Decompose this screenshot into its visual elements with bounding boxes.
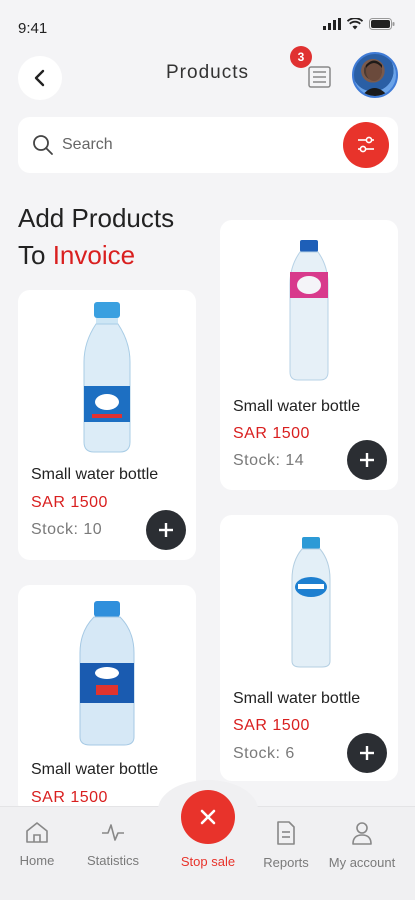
nav-label-home: Home [19, 853, 55, 868]
product-price: SAR 1500 [31, 494, 108, 511]
status-icons [323, 18, 395, 30]
heading-line-1: Add Products [18, 203, 175, 233]
product-name: Small water bottle [31, 761, 159, 778]
heading-prefix: To [18, 240, 46, 270]
report-document-icon [277, 821, 295, 845]
water-bottle-image [289, 240, 329, 381]
nav-item-home[interactable]: Home [16, 820, 58, 868]
user-photo-icon [362, 60, 388, 96]
filter-button[interactable] [343, 122, 389, 168]
plus-icon [360, 453, 374, 467]
nav-item-statistics[interactable]: Statistics [84, 820, 142, 868]
header: Products 3 [0, 46, 415, 102]
nav-item-account[interactable]: My account [324, 820, 400, 870]
water-bottle-image [83, 302, 131, 453]
product-card[interactable]: Small water bottle SAR 1500 [18, 585, 196, 815]
battery-icon [369, 18, 395, 30]
user-icon [352, 822, 372, 845]
water-bottle-image [291, 537, 331, 668]
add-to-invoice-button[interactable] [347, 733, 387, 773]
product-name: Small water bottle [233, 690, 361, 707]
sliders-icon [358, 136, 374, 153]
product-name: Small water bottle [233, 398, 361, 415]
product-stock: Stock: 10 [31, 521, 103, 538]
nav-label-statistics: Statistics [86, 853, 139, 868]
heading-accent: Invoice [52, 240, 136, 270]
status-time: 9:41 [18, 20, 48, 37]
nav-label-stop-sale[interactable]: Stop sale [168, 854, 248, 869]
close-icon [200, 809, 216, 825]
product-price: SAR 1500 [233, 425, 310, 442]
nav-label-account: My account [328, 855, 396, 870]
invoice-list-icon [308, 66, 331, 88]
product-stock: Stock: 14 [233, 452, 305, 469]
pulse-chart-icon [102, 824, 124, 841]
product-card[interactable]: Small water bottle SAR 1500 Stock: 6 [220, 515, 398, 781]
search-bar [18, 117, 398, 173]
plus-icon [360, 746, 374, 760]
status-bar: 9:41 [0, 0, 415, 50]
avatar[interactable] [352, 52, 398, 98]
nav-item-reports[interactable]: Reports [260, 820, 312, 870]
product-price: SAR 1500 [233, 717, 310, 734]
wifi-icon [347, 18, 363, 30]
invoice-button[interactable] [302, 62, 336, 92]
cellular-signal-icon [323, 18, 341, 30]
search-icon [33, 135, 53, 155]
product-price: SAR 1500 [31, 789, 108, 806]
heading-line-2: To Invoice [18, 237, 174, 274]
product-card[interactable]: Small water bottle SAR 1500 Stock: 10 [18, 290, 196, 560]
section-heading: Add Products To Invoice [18, 200, 174, 274]
plus-icon [159, 523, 173, 537]
nav-label-reports: Reports [263, 855, 309, 870]
product-stock: Stock: 6 [233, 745, 295, 762]
add-to-invoice-button[interactable] [146, 510, 186, 550]
product-card[interactable]: Small water bottle SAR 1500 Stock: 14 [220, 220, 398, 490]
product-name: Small water bottle [31, 466, 159, 483]
stop-sale-button[interactable] [181, 790, 235, 844]
home-icon [26, 822, 48, 843]
search-input[interactable] [62, 131, 332, 159]
water-bottle-image [79, 601, 135, 746]
add-to-invoice-button[interactable] [347, 440, 387, 480]
invoice-count-badge: 3 [290, 46, 312, 68]
